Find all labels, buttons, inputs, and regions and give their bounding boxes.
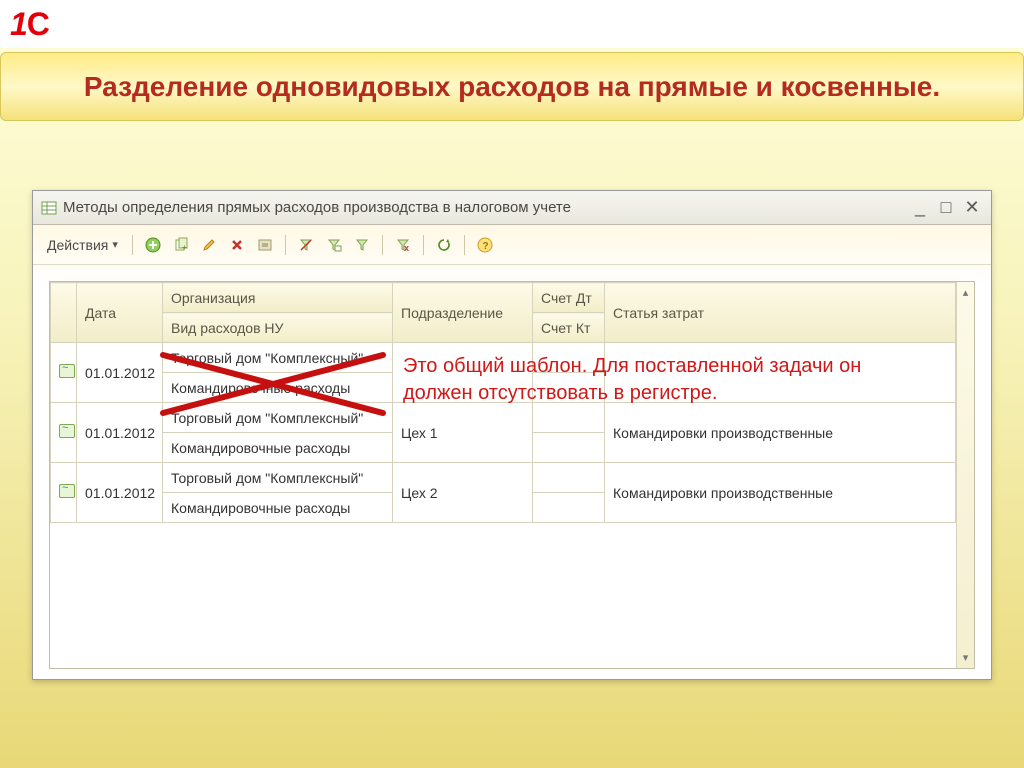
cell-vid: Командировочные расходы [163, 373, 393, 403]
refresh-icon[interactable] [432, 233, 456, 257]
window-title: Методы определения прямых расходов произ… [63, 199, 571, 216]
annotation-line1: Это общий шаблон. Для поставленной задач… [403, 353, 861, 380]
scroll-down-icon[interactable]: ▾ [963, 651, 969, 664]
annotation-line2: должен отсутствовать в регистре. [403, 380, 861, 407]
cell-vid: Командировочные расходы [163, 493, 393, 523]
top-header: 1C [0, 0, 1024, 48]
grid-area: Дата Организация Подразделение Счет Дт С… [33, 265, 991, 679]
cell-acc-dt [533, 403, 605, 433]
col-acc-dt[interactable]: Счет Дт [533, 283, 605, 313]
col-acc-kt[interactable]: Счет Кт [533, 313, 605, 343]
vertical-scrollbar[interactable]: ▴ ▾ [956, 282, 974, 668]
toolbar-separator [132, 235, 133, 255]
toolbar-separator [382, 235, 383, 255]
grid-header-row-1: Дата Организация Подразделение Счет Дт С… [51, 283, 956, 313]
cell-acc-kt [533, 433, 605, 463]
cell-date: 01.01.2012 [77, 343, 163, 403]
cell-date: 01.01.2012 [77, 403, 163, 463]
close-button[interactable]: ✕ [961, 197, 983, 219]
cell-cat: Командировки производственные [605, 463, 956, 523]
cell-vid: Командировочные расходы [163, 433, 393, 463]
slide-title: Разделение одновидовых расходов на прямы… [21, 69, 1003, 104]
svg-text:x: x [404, 243, 409, 253]
filter-field-icon[interactable] [322, 233, 346, 257]
scroll-up-icon[interactable]: ▴ [963, 286, 969, 299]
logo-1c: 1C [10, 6, 49, 43]
filter-off-icon[interactable] [294, 233, 318, 257]
toolbar-separator [464, 235, 465, 255]
row-marker-icon [59, 424, 75, 438]
cell-dept: Цех 2 [393, 463, 533, 523]
col-dept[interactable]: Подразделение [393, 283, 533, 343]
toolbar-separator [285, 235, 286, 255]
register-icon [41, 200, 57, 216]
minimize-button[interactable]: _ [909, 197, 931, 219]
slide-title-band: Разделение одновидовых расходов на прямы… [0, 52, 1024, 121]
window-body: Действия + [33, 225, 991, 679]
col-marker[interactable] [51, 283, 77, 343]
delete-icon[interactable] [225, 233, 249, 257]
cell-cat: Командировки производственные [605, 403, 956, 463]
window-titlebar: Методы определения прямых расходов произ… [33, 191, 991, 225]
cell-acc-kt [533, 493, 605, 523]
register-window: Методы определения прямых расходов произ… [32, 190, 992, 680]
col-date[interactable]: Дата [77, 283, 163, 343]
cell-org: Торговый дом "Комплексный" [163, 403, 393, 433]
toolbar: Действия + [33, 225, 991, 265]
filter-icon[interactable] [350, 233, 374, 257]
cell-acc-dt [533, 463, 605, 493]
actions-menu[interactable]: Действия [41, 235, 124, 255]
cell-date: 01.01.2012 [77, 463, 163, 523]
post-icon[interactable] [253, 233, 277, 257]
add-icon[interactable] [141, 233, 165, 257]
col-org[interactable]: Организация [163, 283, 393, 313]
cell-dept: Цех 1 [393, 403, 533, 463]
grid-frame: Дата Организация Подразделение Счет Дт С… [49, 281, 975, 669]
copy-icon[interactable]: + [169, 233, 193, 257]
col-vid[interactable]: Вид расходов НУ [163, 313, 393, 343]
table-row[interactable]: 01.01.2012 Торговый дом "Комплексный" Це… [51, 403, 956, 433]
row-marker-icon [59, 364, 75, 378]
maximize-button[interactable]: □ [935, 197, 957, 219]
table-row[interactable]: 01.01.2012 Торговый дом "Комплексный" Це… [51, 463, 956, 493]
help-icon[interactable]: ? [473, 233, 497, 257]
cell-org: Торговый дом "Комплексный" [163, 463, 393, 493]
cell-org: Торговый дом "Комплексный" [163, 343, 393, 373]
clear-filter-icon[interactable]: x [391, 233, 415, 257]
row-marker-icon [59, 484, 75, 498]
toolbar-separator [423, 235, 424, 255]
col-cat[interactable]: Статья затрат [605, 283, 956, 343]
svg-text:?: ? [482, 241, 488, 252]
edit-icon[interactable] [197, 233, 221, 257]
svg-text:+: + [182, 243, 187, 252]
annotation-text: Это общий шаблон. Для поставленной задач… [403, 353, 861, 407]
